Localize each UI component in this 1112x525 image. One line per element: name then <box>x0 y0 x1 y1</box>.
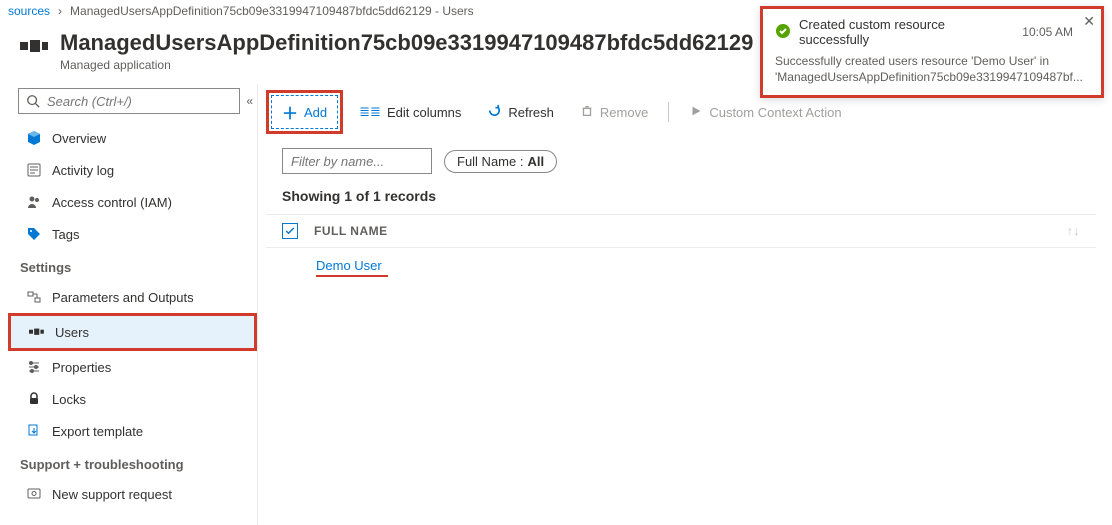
table-row[interactable]: Demo User <box>266 248 1096 281</box>
notification-body: Successfully created users resource 'Dem… <box>775 53 1073 85</box>
main-content: ＋ Add ≣≣ Edit columns Refresh Remove Cus… <box>258 84 1112 525</box>
nav-label: Locks <box>52 392 86 407</box>
activity-log-icon <box>26 162 42 178</box>
remove-button: Remove <box>570 100 658 125</box>
plus-icon: ＋ <box>282 100 298 124</box>
notification-time: 10:05 AM <box>1022 25 1073 39</box>
page-subtitle: Managed application <box>60 58 834 72</box>
table-header: FULL NAME ↑↓ <box>266 214 1096 248</box>
trash-icon <box>580 104 594 121</box>
records-summary: Showing 1 of 1 records <box>266 184 1096 214</box>
nav-label: Access control (IAM) <box>52 195 172 210</box>
toolbar-separator <box>668 102 669 122</box>
cube-icon <box>26 130 42 146</box>
columns-icon: ≣≣ <box>359 104 381 120</box>
edit-columns-button[interactable]: ≣≣ Edit columns <box>349 100 471 124</box>
people-icon <box>26 194 42 210</box>
notification-toast: ✕ Created custom resource successfully 1… <box>760 6 1104 98</box>
lock-icon <box>26 391 42 407</box>
sidebar-item-export-template[interactable]: Export template <box>8 415 257 447</box>
managed-app-icon <box>20 38 48 54</box>
filter-pill-fullname[interactable]: Full Name : All <box>444 150 557 173</box>
sidebar-item-locks[interactable]: Locks <box>8 383 257 415</box>
remove-label: Remove <box>600 105 648 120</box>
collapse-sidebar-icon[interactable]: « <box>246 94 253 108</box>
search-icon <box>25 93 41 109</box>
add-label: Add <box>304 105 327 120</box>
nav-label: Users <box>55 325 89 340</box>
row-link-user[interactable]: Demo User <box>316 258 388 277</box>
nav-label: Activity log <box>52 163 114 178</box>
pill-key: Full Name : <box>457 154 523 169</box>
refresh-label: Refresh <box>508 105 554 120</box>
custom-context-action-button: Custom Context Action <box>679 100 851 125</box>
properties-icon <box>26 359 42 375</box>
sidebar: « Overview Activity log Access control (… <box>0 84 258 525</box>
notification-title: Created custom resource successfully <box>799 17 1014 47</box>
nav-label: Properties <box>52 360 111 375</box>
sidebar-item-access-control[interactable]: Access control (IAM) <box>8 186 257 218</box>
sidebar-item-users[interactable]: Users <box>11 316 254 348</box>
sidebar-search-input[interactable] <box>47 94 233 109</box>
play-icon <box>689 104 703 121</box>
tag-icon <box>26 226 42 242</box>
filter-row: Full Name : All <box>266 140 1096 184</box>
sidebar-item-activity-log[interactable]: Activity log <box>8 154 257 186</box>
nav-label: Parameters and Outputs <box>52 290 194 305</box>
close-icon[interactable]: ✕ <box>1083 13 1095 30</box>
sidebar-item-new-support-request[interactable]: New support request <box>8 478 257 510</box>
users-icon <box>29 324 45 340</box>
breadcrumb-current: ManagedUsersAppDefinition75cb09e33199471… <box>70 4 474 18</box>
add-button[interactable]: ＋ Add <box>271 95 338 129</box>
sidebar-search[interactable] <box>18 88 240 114</box>
breadcrumb-root[interactable]: sources <box>8 4 50 18</box>
sidebar-group-settings: Settings <box>8 250 257 281</box>
custom-action-label: Custom Context Action <box>709 105 841 120</box>
export-icon <box>26 423 42 439</box>
sort-icon[interactable]: ↑↓ <box>1067 224 1080 238</box>
edit-columns-label: Edit columns <box>387 105 461 120</box>
column-header-fullname[interactable]: FULL NAME <box>314 224 388 238</box>
nav-label: Export template <box>52 424 143 439</box>
sidebar-item-overview[interactable]: Overview <box>8 122 257 154</box>
sidebar-item-properties[interactable]: Properties <box>8 351 257 383</box>
sidebar-group-support: Support + troubleshooting <box>8 447 257 478</box>
nav-label: Tags <box>52 227 79 242</box>
nav-label: New support request <box>52 487 172 502</box>
sidebar-item-parameters[interactable]: Parameters and Outputs <box>8 281 257 313</box>
select-all-checkbox[interactable] <box>282 223 298 239</box>
parameters-icon <box>26 289 42 305</box>
refresh-button[interactable]: Refresh <box>477 99 564 125</box>
success-icon <box>775 23 791 42</box>
breadcrumb-separator: › <box>58 4 62 18</box>
sidebar-item-tags[interactable]: Tags <box>8 218 257 250</box>
pill-value: All <box>527 154 544 169</box>
page-title: ManagedUsersAppDefinition75cb09e33199471… <box>60 30 834 56</box>
support-icon <box>26 486 42 502</box>
nav-label: Overview <box>52 131 106 146</box>
refresh-icon <box>487 103 502 121</box>
filter-by-name-input[interactable] <box>282 148 432 174</box>
